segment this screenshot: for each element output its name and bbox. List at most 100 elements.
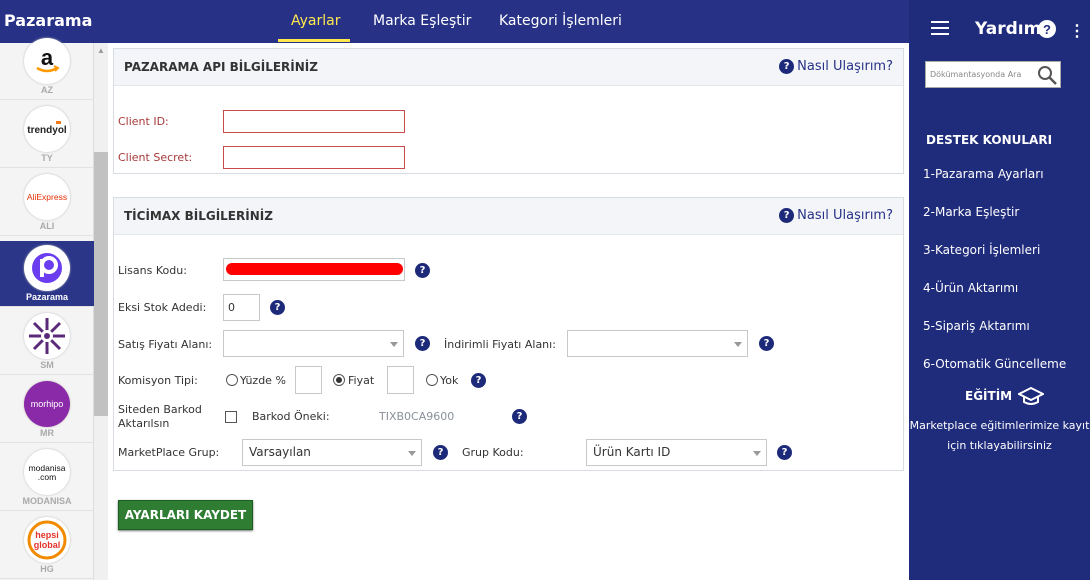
- marketplace-item-az[interactable]: a AZ: [0, 34, 94, 100]
- support-item-pazarama-settings[interactable]: 1-Pazarama Ayarları: [923, 167, 1044, 181]
- search-icon[interactable]: [1036, 64, 1058, 86]
- hepsiglobal-logo-icon: hepsi global: [24, 517, 70, 563]
- help-title: Yardım: [975, 19, 1042, 39]
- support-item-brand-match[interactable]: 2-Marka Eşleştir: [923, 205, 1019, 219]
- discount-price-select[interactable]: [567, 330, 748, 357]
- barcode-transfer-checkbox[interactable]: [225, 411, 237, 423]
- sale-price-select[interactable]: [223, 330, 404, 357]
- marketplace-group-select[interactable]: Varsayılan: [242, 439, 422, 466]
- marketplace-sidebar: a AZ trendyol TY AliExpress ALI Pazarama: [0, 38, 94, 580]
- chevron-down-icon: [390, 342, 398, 347]
- marketplace-item-modanisa[interactable]: modanisa .com MODANISA: [0, 445, 94, 511]
- morhipo-logo-icon: morhipo: [24, 381, 70, 427]
- stock-help-icon[interactable]: ?: [270, 300, 285, 315]
- api-help-link[interactable]: ? Nasıl Ulaşırım?: [779, 59, 893, 74]
- marketplace-code: HG: [40, 564, 54, 574]
- ticimax-panel-title: TİCİMAX BİLGİLERİNİZ: [124, 209, 273, 223]
- marketplace-item-pazarama[interactable]: Pazarama: [0, 241, 94, 307]
- group-code-select[interactable]: Ürün Kartı ID: [586, 439, 767, 466]
- ticimax-help-label: Nasıl Ulaşırım?: [797, 208, 893, 223]
- tab-kategori-islemleri[interactable]: Kategori İşlemleri: [499, 13, 622, 29]
- client-id-input[interactable]: [223, 110, 405, 133]
- svg-text:trendyol: trendyol: [27, 125, 67, 136]
- commission-radio-yuzde[interactable]: [226, 374, 238, 386]
- marketplace-code: MODANISA: [22, 496, 72, 506]
- commission-help-icon[interactable]: ?: [471, 373, 486, 388]
- question-circle-icon: ?: [779, 208, 795, 223]
- help-search-box[interactable]: Dökümantasyonda Ara: [925, 61, 1061, 88]
- marketplace-item-sm[interactable]: SM: [0, 309, 94, 375]
- marketplace-item-hg[interactable]: hepsi global HG: [0, 513, 94, 579]
- commission-option-label: Yok: [440, 374, 459, 387]
- svg-text:a: a: [41, 45, 54, 70]
- client-secret-input[interactable]: [223, 146, 405, 169]
- scroll-up-arrow-icon[interactable]: ▲: [97, 46, 105, 55]
- license-help-icon[interactable]: ?: [415, 263, 430, 278]
- brand-title: Pazarama: [4, 11, 93, 30]
- education-link[interactable]: Marketplace eğitimlerimize kayıt için tı…: [909, 416, 1090, 456]
- ticimax-panel-header: TİCİMAX BİLGİLERİNİZ ? Nasıl Ulaşırım?: [114, 198, 903, 235]
- kebab-menu-icon[interactable]: ⋮: [1069, 21, 1085, 41]
- group-code-help-icon[interactable]: ?: [777, 445, 792, 460]
- modanisa-logo-icon: modanisa .com: [24, 449, 70, 495]
- question-circle-icon[interactable]: ?: [1038, 20, 1056, 38]
- active-tab-indicator: [278, 39, 350, 42]
- svg-text:.com: .com: [38, 472, 56, 482]
- marketplace-code: Pazarama: [25, 292, 69, 302]
- redacted-license-mark: [226, 263, 403, 275]
- api-help-label: Nasıl Ulaşırım?: [797, 59, 893, 74]
- commission-type-label: Komisyon Tipi:: [118, 374, 198, 387]
- marketplace-group-help-icon[interactable]: ?: [433, 445, 448, 460]
- commission-radio-fiyat[interactable]: [333, 374, 345, 386]
- marketplace-item-mr[interactable]: morhipo MR: [0, 377, 94, 443]
- negative-stock-label: Eksi Stok Adedi:: [118, 301, 207, 314]
- sale-price-label: Satış Fiyatı Alanı:: [118, 338, 213, 351]
- support-item-order-transfer[interactable]: 5-Sipariş Aktarımı: [923, 319, 1030, 333]
- sm-logo-icon: [24, 313, 70, 359]
- marketplace-code: TY: [41, 153, 53, 163]
- tab-marka-eslestir[interactable]: Marka Eşleştir: [373, 13, 471, 29]
- api-panel-header: PAZARAMA API BİLGİLERİNİZ ? Nasıl Ulaşır…: [114, 49, 903, 86]
- svg-text:global: global: [34, 540, 61, 550]
- barcode-help-icon[interactable]: ?: [512, 409, 527, 424]
- client-secret-label: Client Secret:: [118, 151, 193, 164]
- sidebar-scrollbar-thumb[interactable]: [94, 152, 108, 416]
- negative-stock-input[interactable]: 0: [223, 294, 260, 321]
- barcode-transfer-label: Siteden Barkod Aktarılsın: [118, 403, 202, 430]
- svg-text:morhipo: morhipo: [31, 399, 64, 409]
- chevron-down-icon: [753, 451, 761, 456]
- commission-radio-yok[interactable]: [426, 374, 438, 386]
- chevron-down-icon: [408, 451, 416, 456]
- hamburger-menu-icon[interactable]: [931, 21, 949, 35]
- commission-option-label: Fiyat: [348, 374, 375, 387]
- question-circle-icon: ?: [779, 59, 795, 74]
- api-panel-title: PAZARAMA API BİLGİLERİNİZ: [124, 60, 318, 74]
- ticimax-help-link[interactable]: ? Nasıl Ulaşırım?: [779, 208, 893, 223]
- discount-price-label: İndirimli Fiyatı Alanı:: [444, 338, 556, 351]
- app-root: Pazarama Ayarlar Marka Eşleştir Kategori…: [0, 0, 1090, 580]
- education-title: EĞİTİM: [965, 386, 1045, 406]
- support-item-auto-update[interactable]: 6-Otomatik Güncelleme: [923, 357, 1066, 371]
- svg-text:hepsi: hepsi: [35, 530, 59, 540]
- support-item-product-transfer[interactable]: 4-Ürün Aktarımı: [923, 281, 1018, 295]
- license-code-input[interactable]: [223, 258, 405, 281]
- tab-ayarlar[interactable]: Ayarlar: [291, 13, 340, 29]
- marketplace-code: SM: [40, 360, 54, 370]
- top-nav-bar: Pazarama Ayarlar Marka Eşleştir Kategori…: [0, 0, 909, 43]
- marketplace-item-ty[interactable]: trendyol TY: [0, 102, 94, 168]
- commission-price-input[interactable]: [387, 366, 414, 394]
- marketplace-item-ali[interactable]: AliExpress ALI: [0, 170, 94, 236]
- commission-percent-input[interactable]: [295, 366, 322, 394]
- group-code-value: Ürün Kartı ID: [593, 445, 671, 459]
- discount-price-help-icon[interactable]: ?: [759, 336, 774, 351]
- svg-text:AliExpress: AliExpress: [27, 192, 67, 202]
- marketplace-code: MR: [40, 428, 54, 438]
- trendyol-logo-icon: trendyol: [24, 106, 70, 152]
- chevron-down-icon: [734, 342, 742, 347]
- sale-price-help-icon[interactable]: ?: [415, 336, 430, 351]
- support-item-category-ops[interactable]: 3-Kategori İşlemleri: [923, 243, 1040, 257]
- help-panel: Yardım ? ⋮ Dökümantasyonda Ara DESTEK KO…: [909, 0, 1090, 580]
- support-topics-title: DESTEK KONULARI: [926, 133, 1053, 147]
- client-id-label: Client ID:: [118, 115, 169, 128]
- save-settings-button[interactable]: AYARLARI KAYDET: [118, 500, 253, 530]
